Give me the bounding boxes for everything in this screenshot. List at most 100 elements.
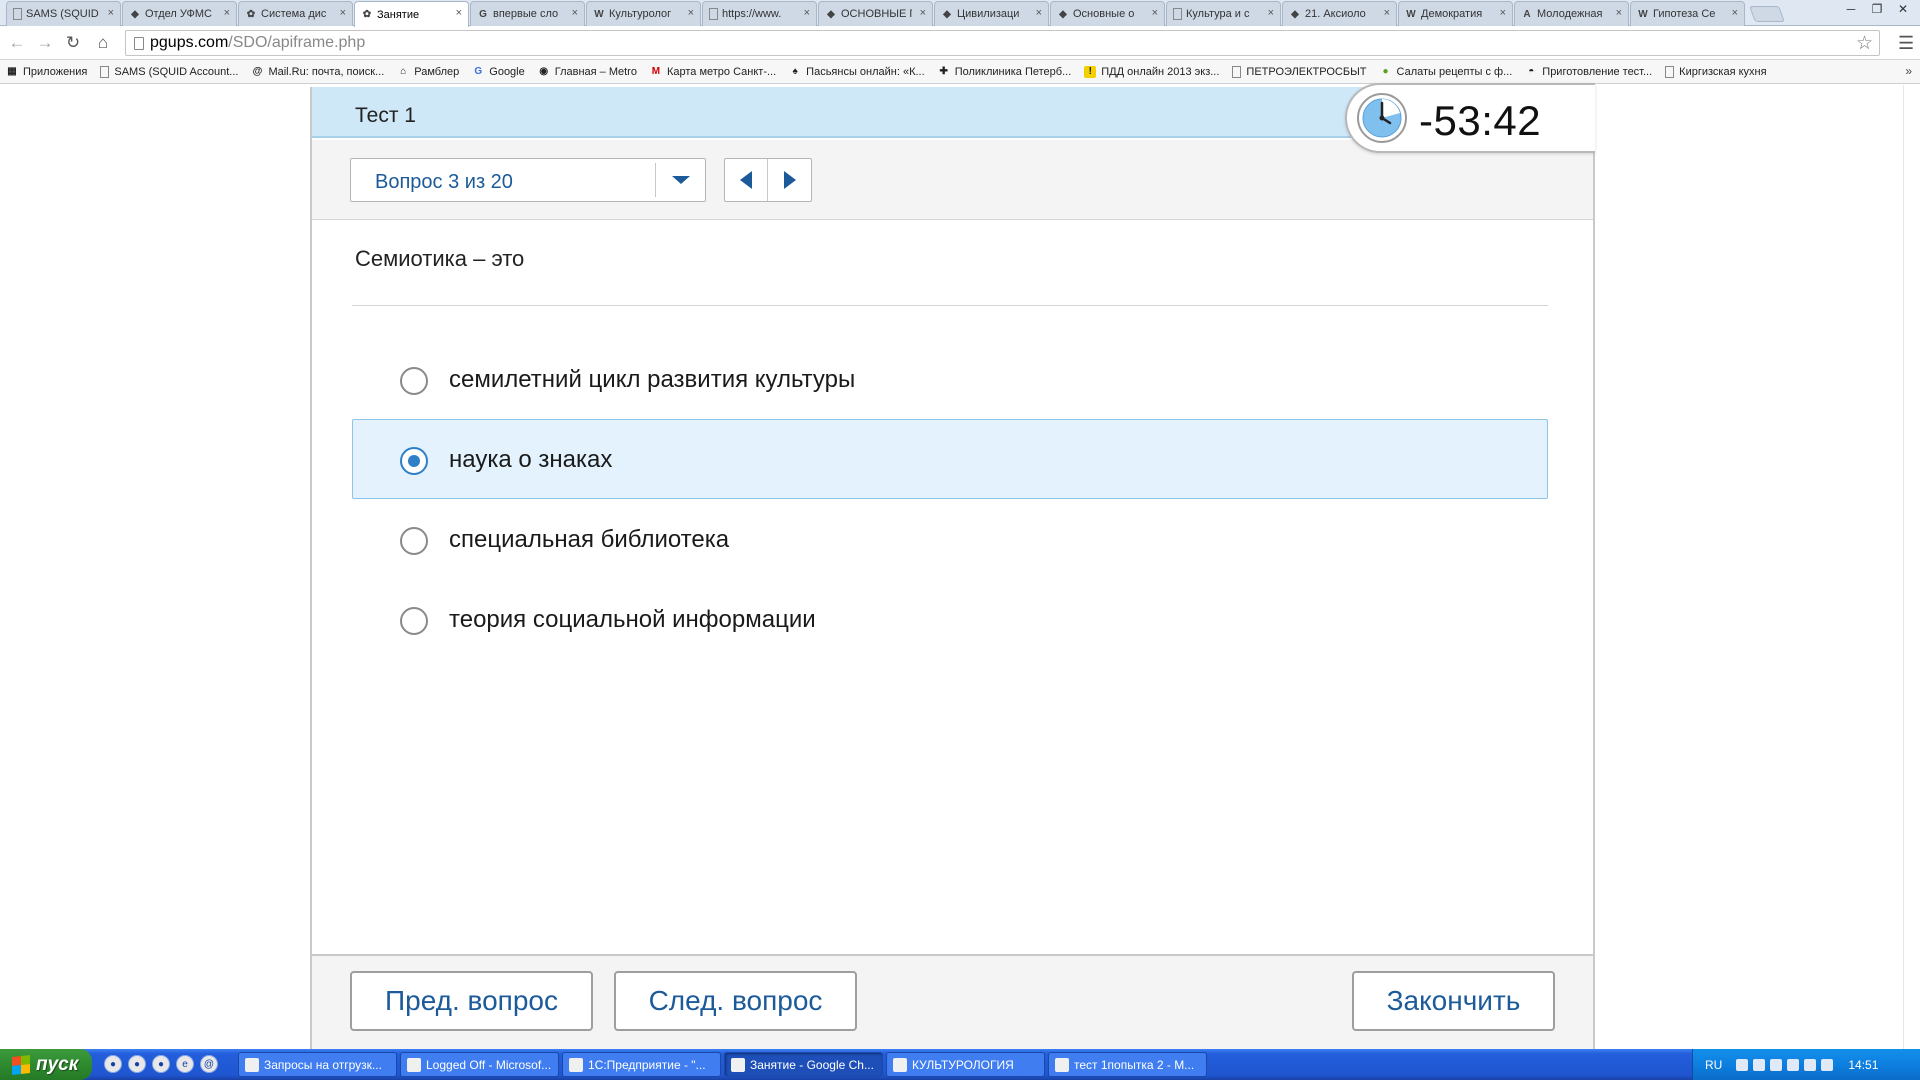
bookmark-item[interactable]: ✚ Поликлиника Петерб... [938, 66, 1071, 78]
tab-title: Основные о [1073, 8, 1135, 20]
hamburger-menu-icon[interactable]: ☰ [1898, 34, 1914, 52]
mail-icon[interactable]: @ [200, 1055, 218, 1073]
browser-tab[interactable]: Gвпервые сло × [470, 1, 585, 26]
bookmark-item[interactable]: @ Mail.Ru: почта, поиск... [251, 66, 385, 78]
taskbar-item[interactable]: Занятие - Google Ch... [724, 1052, 883, 1077]
browser-tab[interactable]: W Гипотеза Се × [1630, 1, 1745, 26]
close-icon[interactable]: ✕ [1890, 0, 1916, 18]
bookmark-item[interactable]: M Карта метро Санкт-... [650, 66, 776, 78]
browser-tab[interactable]: ✿ Система дис × [238, 1, 353, 26]
taskbar-item[interactable]: 1С:Предприятие - "... [562, 1052, 721, 1077]
start-button[interactable]: пуск [0, 1049, 92, 1080]
radio-selected-icon[interactable] [400, 447, 428, 475]
browser-tab[interactable]: ◆ Цивилизаци × [934, 1, 1049, 26]
answer-option[interactable]: специальная библиотека [352, 499, 1548, 579]
tab-close-icon[interactable]: × [456, 7, 462, 19]
firefox-icon[interactable]: ● [128, 1055, 146, 1073]
tab-close-icon[interactable]: × [224, 7, 230, 19]
page-scrollbar[interactable] [1903, 85, 1920, 1049]
bookmark-item[interactable]: ПЕТРОЭЛЕКТРОСБЫТ [1232, 65, 1367, 78]
bookmark-star-icon[interactable]: ☆ [1856, 32, 1873, 55]
bookmark-item[interactable]: G Google [472, 66, 524, 78]
tab-close-icon[interactable]: × [1732, 7, 1738, 19]
new-tab-button[interactable] [1749, 6, 1785, 22]
tab-close-icon[interactable]: × [1036, 7, 1042, 19]
tab-close-icon[interactable]: × [1500, 7, 1506, 19]
finish-button[interactable]: Закончить [1352, 971, 1555, 1031]
browser-tab[interactable]: Культура и с × [1166, 1, 1281, 26]
tray-icon[interactable] [1787, 1058, 1800, 1071]
taskbar-item[interactable]: Запросы на отгрузк... [238, 1052, 397, 1077]
tray-icon[interactable] [1770, 1058, 1783, 1071]
tab-close-icon[interactable]: × [1268, 7, 1274, 19]
answer-option[interactable]: семилетний цикл развития культуры [352, 339, 1548, 419]
taskbar-item[interactable]: КУЛЬТУРОЛОГИЯ [886, 1052, 1045, 1077]
taskbar-item[interactable]: Logged Off - Microsof... [400, 1052, 559, 1077]
browser-tab[interactable]: ◆ ОСНОВНЫЕ П × [818, 1, 933, 26]
tab-close-icon[interactable]: × [920, 7, 926, 19]
bookmark-item[interactable]: ! ПДД онлайн 2013 экз... [1084, 65, 1219, 78]
bookmarks-bar: ▦ Приложения SAMS (SQUID Account... @ Mail.R… [0, 60, 1920, 84]
bookmark-item[interactable]: ◉ Главная – Metro [538, 66, 637, 78]
chevron-down-icon[interactable] [655, 163, 705, 197]
prev-question-button[interactable]: Пред. вопрос [350, 971, 593, 1031]
browser-tab[interactable]: ◆ Основные о × [1050, 1, 1165, 26]
tray-icon[interactable] [1804, 1058, 1817, 1071]
tab-close-icon[interactable]: × [688, 7, 694, 19]
browser-tab[interactable]: A Молодежная × [1514, 1, 1629, 26]
back-arrow-icon[interactable]: ← [6, 32, 28, 54]
browser-tab[interactable]: W Культуролог × [586, 1, 701, 26]
tab-close-icon[interactable]: × [1384, 7, 1390, 19]
next-question-button[interactable]: След. вопрос [614, 971, 857, 1031]
url-host: pgups.com [150, 34, 229, 51]
radio-empty-icon[interactable] [400, 367, 428, 395]
tab-close-icon[interactable]: × [804, 7, 810, 19]
bookmark-item[interactable]: ● Салаты рецепты с ф... [1380, 66, 1513, 78]
browser-tab[interactable]: SAMS (SQUID × [6, 1, 121, 26]
tray-icon[interactable] [1736, 1058, 1749, 1071]
answer-option[interactable]: наука о знаках [352, 419, 1548, 499]
wikipedia-icon: W [594, 8, 604, 20]
browser-tab[interactable]: ✿ Занятие × [354, 1, 469, 27]
restore-icon[interactable]: ❐ [1864, 0, 1890, 18]
bookmark-item[interactable]: ◓ Приготовление тест... [1525, 66, 1652, 78]
browser-icon[interactable]: ● [152, 1055, 170, 1073]
bookmark-item[interactable]: ♠ Пасьянсы онлайн: «К... [789, 66, 925, 78]
ie-icon[interactable]: e [176, 1055, 194, 1073]
tab-close-icon[interactable]: × [572, 7, 578, 19]
browser-tab[interactable]: ◆ Отдел УФМС × [122, 1, 237, 26]
tab-close-icon[interactable]: × [1616, 7, 1622, 19]
answer-option[interactable]: теория социальной информации [352, 579, 1548, 659]
tab-title: ОСНОВНЫЕ П [841, 8, 912, 20]
radio-empty-icon[interactable] [400, 607, 428, 635]
minimize-icon[interactable]: ─ [1838, 0, 1864, 18]
bookmark-item[interactable]: ▦ Приложения [6, 66, 87, 78]
language-indicator[interactable]: RU [1705, 1058, 1722, 1072]
browser-tab-strip: SAMS (SQUID × ◆ Отдел УФМС × ✿ Система дис × ✿ За… [0, 0, 1920, 27]
browser-tab[interactable]: ◆ 21. Аксиоло × [1282, 1, 1397, 26]
more-bookmarks-icon[interactable]: » [1905, 64, 1912, 78]
tab-close-icon[interactable]: × [1152, 7, 1158, 19]
tab-close-icon[interactable]: × [340, 7, 346, 19]
bookmark-item[interactable]: SAMS (SQUID Account... [100, 65, 238, 78]
radio-empty-icon[interactable] [400, 527, 428, 555]
reload-icon[interactable]: ↻ [62, 32, 84, 54]
question-selector[interactable]: Вопрос 3 из 20 [350, 158, 706, 202]
browser-tab[interactable]: W Демократия × [1398, 1, 1513, 26]
browser-tab[interactable]: https://www. × [702, 1, 817, 26]
next-arrow-button[interactable] [768, 159, 811, 201]
tray-icon[interactable] [1821, 1058, 1834, 1071]
page-icon [1665, 65, 1675, 78]
taskbar-item-label: КУЛЬТУРОЛОГИЯ [912, 1057, 1014, 1072]
address-bar[interactable]: pgups.com/SDO/apiframe.php ☆ [125, 30, 1880, 56]
bookmark-item[interactable]: Киргизская кухня [1665, 65, 1767, 78]
tab-close-icon[interactable]: × [108, 7, 114, 19]
previous-arrow-button[interactable] [725, 159, 768, 201]
site-icon: ◆ [827, 8, 835, 20]
taskbar-item[interactable]: тест 1попытка 2 - M... [1048, 1052, 1207, 1077]
forward-arrow-icon[interactable]: → [34, 32, 56, 54]
tray-icon[interactable] [1753, 1058, 1766, 1071]
bookmark-item[interactable]: ⌂ Рамблер [397, 66, 459, 78]
home-icon[interactable]: ⌂ [92, 32, 114, 54]
chrome-icon[interactable]: ● [104, 1055, 122, 1073]
